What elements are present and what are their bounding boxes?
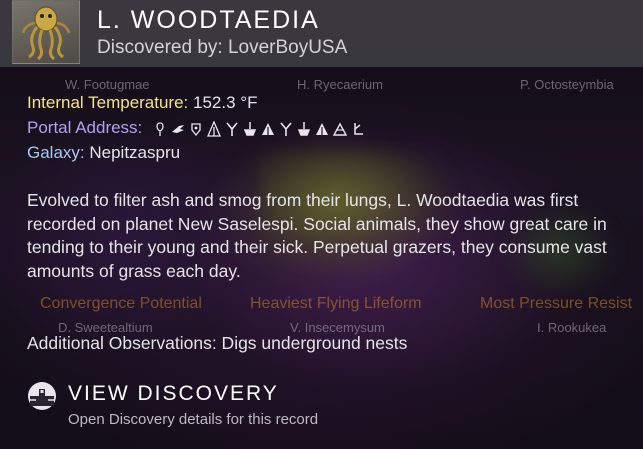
- bg-label: Heaviest Flying Lifeform: [250, 295, 422, 312]
- portal-glyph-sunset-icon: [156, 121, 164, 136]
- view-discovery-sublabel: Open Discovery details for this record: [68, 411, 319, 428]
- portal-glyph-tree-icon: [280, 122, 292, 136]
- portal-glyphs: [153, 120, 365, 137]
- temperature-value: 152.3 °F: [193, 93, 258, 112]
- view-discovery-label: VIEW DISCOVERY: [68, 382, 279, 405]
- bg-label: Convergence Potential: [40, 295, 202, 312]
- temperature-row: Internal Temperature: 152.3 °F: [27, 93, 257, 113]
- bg-label: P. Octosteymbia: [520, 77, 614, 92]
- discovered-by-label: Discovered by: LoverBoyUSA: [97, 37, 348, 58]
- bg-label: Most Pressure Resist: [480, 295, 633, 312]
- portal-glyph-ship-icon: [297, 121, 311, 136]
- discovery-header: L. WOODTAEDIA Discovered by: LoverBoyUSA: [0, 0, 643, 67]
- bg-label: W. Footugmae: [65, 77, 150, 92]
- galaxy-value: Nepitzaspru: [89, 143, 181, 162]
- additional-observations: Additional Observations: Digs undergroun…: [27, 333, 408, 353]
- portal-glyph-face-icon: [191, 122, 201, 136]
- creature-description: Evolved to filter ash and smog from thei…: [27, 190, 607, 281]
- creature-name-title: L. WOODTAEDIA: [97, 6, 320, 34]
- galaxy-label: Galaxy:: [27, 143, 85, 162]
- view-discovery-button[interactable]: VIEW DISCOVERY Open Discovery details fo…: [26, 378, 406, 434]
- bg-label: I. Rookukea: [537, 320, 607, 335]
- bg-label: H. Ryecaerium: [297, 77, 383, 92]
- portal-glyph-tent-icon: [207, 120, 222, 137]
- temperature-label: Internal Temperature:: [27, 93, 189, 112]
- portal-address-label: Portal Address:: [27, 118, 143, 137]
- portal-glyph-voyager-icon: [316, 122, 329, 135]
- portal-glyph-triangle-icon: [333, 122, 348, 136]
- discovery-icon: [28, 382, 56, 410]
- portal-glyph-voyager-icon: [262, 122, 275, 135]
- galaxy-row: Galaxy: Nepitzaspru: [27, 143, 180, 163]
- portal-address-row: Portal Address:: [27, 118, 365, 138]
- portal-glyph-bird-icon: [172, 124, 185, 133]
- squid-creature-icon: [21, 6, 71, 61]
- portal-glyph-dragonfly-icon: [354, 122, 364, 135]
- creature-thumbnail: [12, 0, 80, 64]
- portal-glyph-ship-icon: [243, 121, 257, 136]
- portal-glyph-tree-icon: [226, 122, 238, 136]
